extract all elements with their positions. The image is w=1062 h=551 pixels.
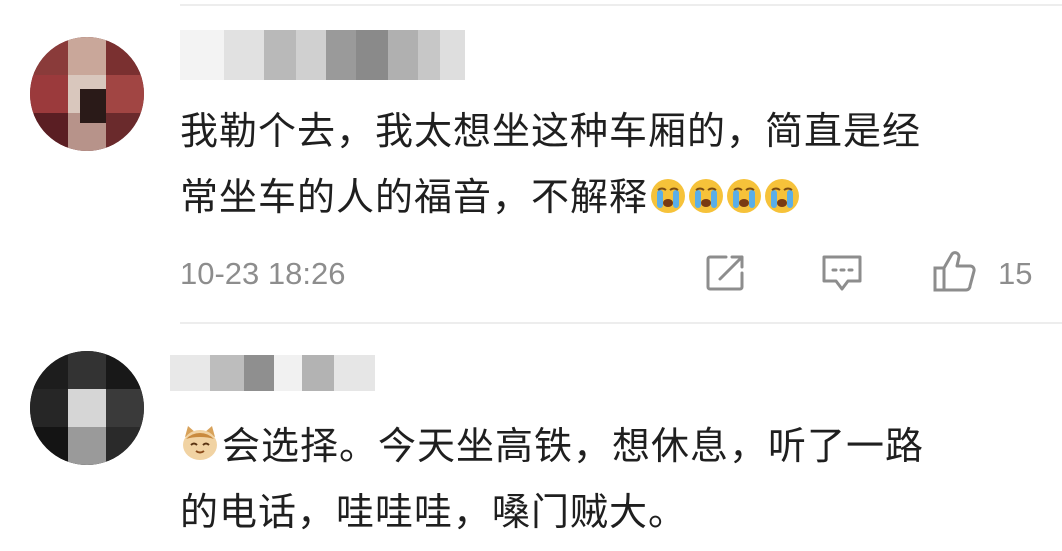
divider <box>180 4 1062 6</box>
avatar[interactable] <box>30 37 144 151</box>
share-button[interactable] <box>704 253 748 297</box>
share-icon <box>706 255 744 291</box>
thumbs-up-icon <box>933 251 976 292</box>
crying-emoji-icon <box>727 179 762 213</box>
username-redacted[interactable] <box>180 30 465 80</box>
comment-text-line: 常坐车的人的福音，不解释 <box>180 164 800 230</box>
crying-emoji-icon <box>765 179 800 213</box>
crying-emoji-icon <box>651 179 686 213</box>
like-count: 15 <box>998 256 1033 291</box>
comment-list: 我勒个去，我太想坐这种车厢的，简直是经 常坐车的人的福音，不解释 10-23 1… <box>0 0 1062 551</box>
comment-text-fragment: 会选择。今天坐高铁，想休息，听了一路 <box>222 424 925 468</box>
divider <box>180 322 1062 324</box>
reply-button[interactable] <box>820 253 864 297</box>
cat-emoji-icon <box>183 426 217 460</box>
comment-text-line: 的电话，哇哇哇，嗓门贼大。 <box>180 490 688 534</box>
username-redacted[interactable] <box>170 355 375 391</box>
comment-text-fragment: 常坐车的人的福音，不解释 <box>180 175 649 219</box>
comment-text-line: 我勒个去，我太想坐这种车厢的，简直是经 <box>180 109 922 153</box>
comment-text-line: 会选择。今天坐高铁，想休息，听了一路 <box>180 413 924 479</box>
avatar[interactable] <box>30 351 144 465</box>
comment-icon <box>822 255 862 291</box>
like-button[interactable] <box>932 250 978 298</box>
comment-timestamp: 10-23 18:26 <box>180 256 346 291</box>
crying-emoji-icon <box>689 179 724 213</box>
